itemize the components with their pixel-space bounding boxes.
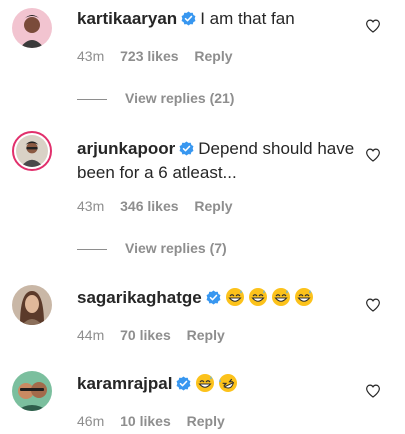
username[interactable]: arjunkapoor — [77, 139, 175, 158]
avatar[interactable] — [12, 371, 52, 411]
avatar-image — [12, 371, 52, 411]
view-replies-button[interactable]: View replies (21) — [77, 90, 234, 106]
avatar[interactable] — [12, 8, 52, 48]
avatar[interactable] — [12, 131, 52, 171]
username[interactable]: kartikaaryan — [77, 9, 177, 28]
grinning-sweat-emoji — [294, 287, 314, 307]
divider-line — [77, 98, 107, 100]
reply-button[interactable]: Reply — [194, 198, 232, 214]
grinning-sweat-emoji — [225, 287, 245, 307]
comment-time: 44m — [77, 327, 105, 343]
comment-time: 43m — [77, 198, 105, 214]
verified-badge-icon — [179, 141, 194, 156]
heart-outline-icon[interactable] — [365, 147, 381, 163]
username[interactable]: sagarikaghatge — [77, 288, 202, 307]
rolling-laughing-emoji — [218, 373, 238, 393]
divider-line — [77, 248, 107, 250]
comment-text: I am that fan — [200, 9, 295, 28]
grinning-sweat-emoji — [271, 287, 291, 307]
reply-button[interactable]: Reply — [187, 413, 225, 429]
grinning-sweat-emoji — [248, 287, 268, 307]
username[interactable]: karamrajpal — [77, 374, 172, 393]
likes-count[interactable]: 723 likes — [120, 48, 178, 64]
verified-badge-icon — [206, 290, 221, 305]
reply-button[interactable]: Reply — [194, 48, 232, 64]
grinning-sweat-emoji — [195, 373, 215, 393]
avatar-image — [12, 285, 52, 325]
view-replies-button[interactable]: View replies (7) — [77, 240, 227, 256]
verified-badge-icon — [176, 376, 191, 391]
view-replies-label: View replies (21) — [125, 90, 235, 106]
likes-count[interactable]: 70 likes — [120, 327, 171, 343]
likes-count[interactable]: 346 likes — [120, 198, 178, 214]
heart-outline-icon[interactable] — [365, 383, 381, 399]
comment-time: 43m — [77, 48, 105, 64]
heart-outline-icon[interactable] — [365, 297, 381, 313]
avatar-image — [16, 135, 48, 167]
likes-count[interactable]: 10 likes — [120, 413, 171, 429]
heart-outline-icon[interactable] — [365, 18, 381, 34]
verified-badge-icon — [181, 11, 196, 26]
avatar[interactable] — [12, 285, 52, 325]
reply-button[interactable]: Reply — [187, 327, 225, 343]
view-replies-label: View replies (7) — [125, 240, 227, 256]
avatar-image — [12, 8, 52, 48]
comment-time: 46m — [77, 413, 105, 429]
